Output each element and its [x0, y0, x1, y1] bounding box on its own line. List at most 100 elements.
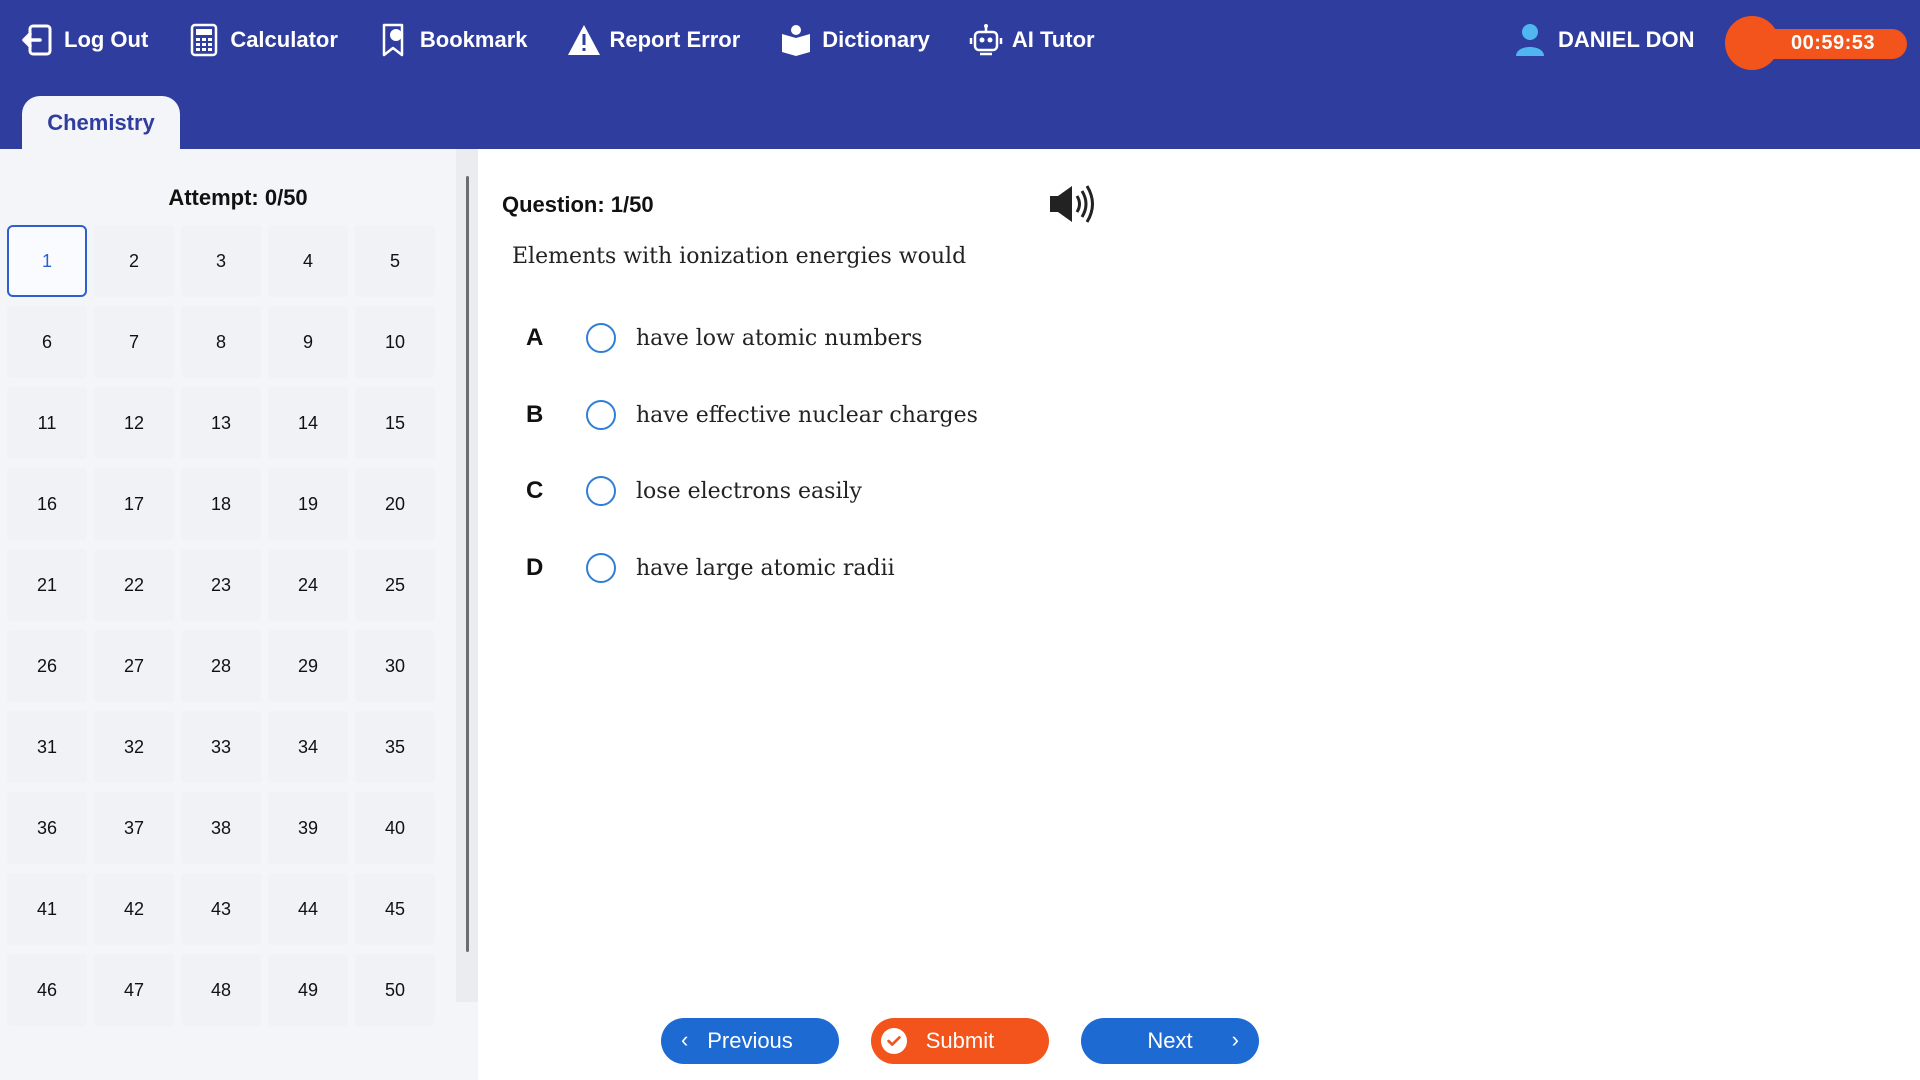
ai-tutor-label: AI Tutor [1011, 27, 1095, 52]
question-text: Elements with ionization energies would [512, 244, 967, 269]
previous-label: Previous [707, 1028, 793, 1053]
attempt-counter: Attempt: 0/50 [168, 185, 308, 210]
question-nav-item-22[interactable]: 22 [94, 549, 174, 621]
question-nav-item-37[interactable]: 37 [94, 792, 174, 864]
question-nav-item-18[interactable]: 18 [181, 468, 261, 540]
question-nav-item-4[interactable]: 4 [268, 225, 348, 297]
question-nav-item-38[interactable]: 38 [181, 792, 261, 864]
question-nav-item-2[interactable]: 2 [94, 225, 174, 297]
question-navigator: Attempt: 0/50 1 2 3 4 5 6 7 8 9 10 11 12 13 14 15 16 17 1… [0, 149, 458, 1026]
question-nav-item-25[interactable]: 25 [355, 549, 435, 621]
question-nav-item-14[interactable]: 14 [268, 387, 348, 459]
calculator-icon [184, 20, 224, 60]
question-nav-item-30[interactable]: 30 [355, 630, 435, 702]
user-profile: DANIEL DON [1512, 18, 1695, 62]
question-nav-item-5[interactable]: 5 [355, 225, 435, 297]
user-name: DANIEL DON [1558, 27, 1695, 52]
question-nav-item-44[interactable]: 44 [268, 873, 348, 945]
option-text: lose electrons easily [636, 478, 862, 504]
option-d[interactable]: D have large atomic radii [526, 548, 895, 588]
question-nav-item-35[interactable]: 35 [355, 711, 435, 783]
speaker-icon[interactable] [1046, 180, 1098, 228]
next-label: Next [1147, 1028, 1193, 1053]
option-a[interactable]: A have low atomic numbers [526, 318, 922, 358]
question-nav-item-40[interactable]: 40 [355, 792, 435, 864]
question-nav-item-45[interactable]: 45 [355, 873, 435, 945]
question-nav-item-32[interactable]: 32 [94, 711, 174, 783]
check-icon [881, 1028, 907, 1054]
top-header: Log Out Calculator Bookmark Report Error… [0, 0, 1920, 150]
question-nav-item-15[interactable]: 15 [355, 387, 435, 459]
timer-text: 00:59:53 [1790, 32, 1876, 54]
tab-chemistry[interactable]: Chemistry [22, 96, 180, 150]
question-nav-item-48[interactable]: 48 [181, 954, 261, 1026]
question-nav-item-12[interactable]: 12 [94, 387, 174, 459]
question-nav-item-33[interactable]: 33 [181, 711, 261, 783]
logout-button[interactable]: Log Out [18, 10, 148, 70]
option-d-radio[interactable] [586, 553, 616, 583]
calculator-button[interactable]: Calculator [184, 10, 338, 70]
chevron-right-icon: › [1231, 1027, 1239, 1052]
question-nav-item-46[interactable]: 46 [7, 954, 87, 1026]
report-error-button[interactable]: Report Error [564, 10, 741, 70]
calculator-label: Calculator [230, 27, 338, 52]
logout-label: Log Out [64, 27, 149, 52]
question-nav-item-3[interactable]: 3 [181, 225, 261, 297]
question-nav-item-8[interactable]: 8 [181, 306, 261, 378]
question-nav-item-7[interactable]: 7 [94, 306, 174, 378]
question-nav-item-26[interactable]: 26 [7, 630, 87, 702]
question-nav-item-34[interactable]: 34 [268, 711, 348, 783]
question-nav-item-11[interactable]: 11 [7, 387, 87, 459]
previous-button[interactable]: ‹ Previous [661, 1018, 839, 1064]
question-nav-item-6[interactable]: 6 [7, 306, 87, 378]
question-number: Question: 1/50 [502, 192, 654, 217]
question-nav-item-43[interactable]: 43 [181, 873, 261, 945]
option-b-radio[interactable] [586, 400, 616, 430]
book-icon [776, 20, 816, 60]
logout-icon [18, 20, 58, 60]
question-nav-item-13[interactable]: 13 [181, 387, 261, 459]
question-nav-item-27[interactable]: 27 [94, 630, 174, 702]
question-nav-item-23[interactable]: 23 [181, 549, 261, 621]
dictionary-button[interactable]: Dictionary [776, 10, 930, 70]
option-text: have effective nuclear charges [636, 402, 978, 428]
question-nav-item-41[interactable]: 41 [7, 873, 87, 945]
option-text: have large atomic radii [636, 555, 895, 581]
question-nav-item-31[interactable]: 31 [7, 711, 87, 783]
question-nav-item-17[interactable]: 17 [94, 468, 174, 540]
option-letter: A [526, 324, 544, 351]
bookmark-button[interactable]: Bookmark [374, 10, 528, 70]
question-nav-item-16[interactable]: 16 [7, 468, 87, 540]
option-letter: C [526, 477, 544, 504]
question-nav-item-1[interactable]: 1 [7, 225, 87, 297]
navigator-scrollbar-thumb[interactable] [466, 176, 469, 952]
submit-button[interactable]: Submit [871, 1018, 1049, 1064]
option-b[interactable]: B have effective nuclear charges [526, 395, 978, 435]
question-nav-item-24[interactable]: 24 [268, 549, 348, 621]
countdown-timer: 00:59:53 [1725, 16, 1907, 70]
question-nav-item-39[interactable]: 39 [268, 792, 348, 864]
option-c[interactable]: C lose electrons easily [526, 471, 862, 511]
question-nav-item-29[interactable]: 29 [268, 630, 348, 702]
question-nav-item-10[interactable]: 10 [355, 306, 435, 378]
report-error-label: Report Error [609, 27, 741, 52]
question-nav-item-50[interactable]: 50 [355, 954, 435, 1026]
question-nav-item-20[interactable]: 20 [355, 468, 435, 540]
question-nav-item-42[interactable]: 42 [94, 873, 174, 945]
question-grid: 1 2 3 4 5 6 7 8 9 10 11 12 13 14 15 16 17 18 19 20 21 22 23 24 2… [7, 225, 442, 1035]
option-c-radio[interactable] [586, 476, 616, 506]
dictionary-label: Dictionary [822, 27, 930, 52]
question-nav-item-36[interactable]: 36 [7, 792, 87, 864]
question-nav-item-9[interactable]: 9 [268, 306, 348, 378]
question-nav-item-47[interactable]: 47 [94, 954, 174, 1026]
warning-icon [564, 20, 604, 60]
option-letter: D [526, 554, 544, 581]
next-button[interactable]: Next › [1081, 1018, 1259, 1064]
option-text: have low atomic numbers [636, 325, 923, 351]
question-nav-item-49[interactable]: 49 [268, 954, 348, 1026]
ai-tutor-button[interactable]: AI Tutor [966, 10, 1095, 70]
question-nav-item-21[interactable]: 21 [7, 549, 87, 621]
question-nav-item-19[interactable]: 19 [268, 468, 348, 540]
question-nav-item-28[interactable]: 28 [181, 630, 261, 702]
option-a-radio[interactable] [586, 323, 616, 353]
